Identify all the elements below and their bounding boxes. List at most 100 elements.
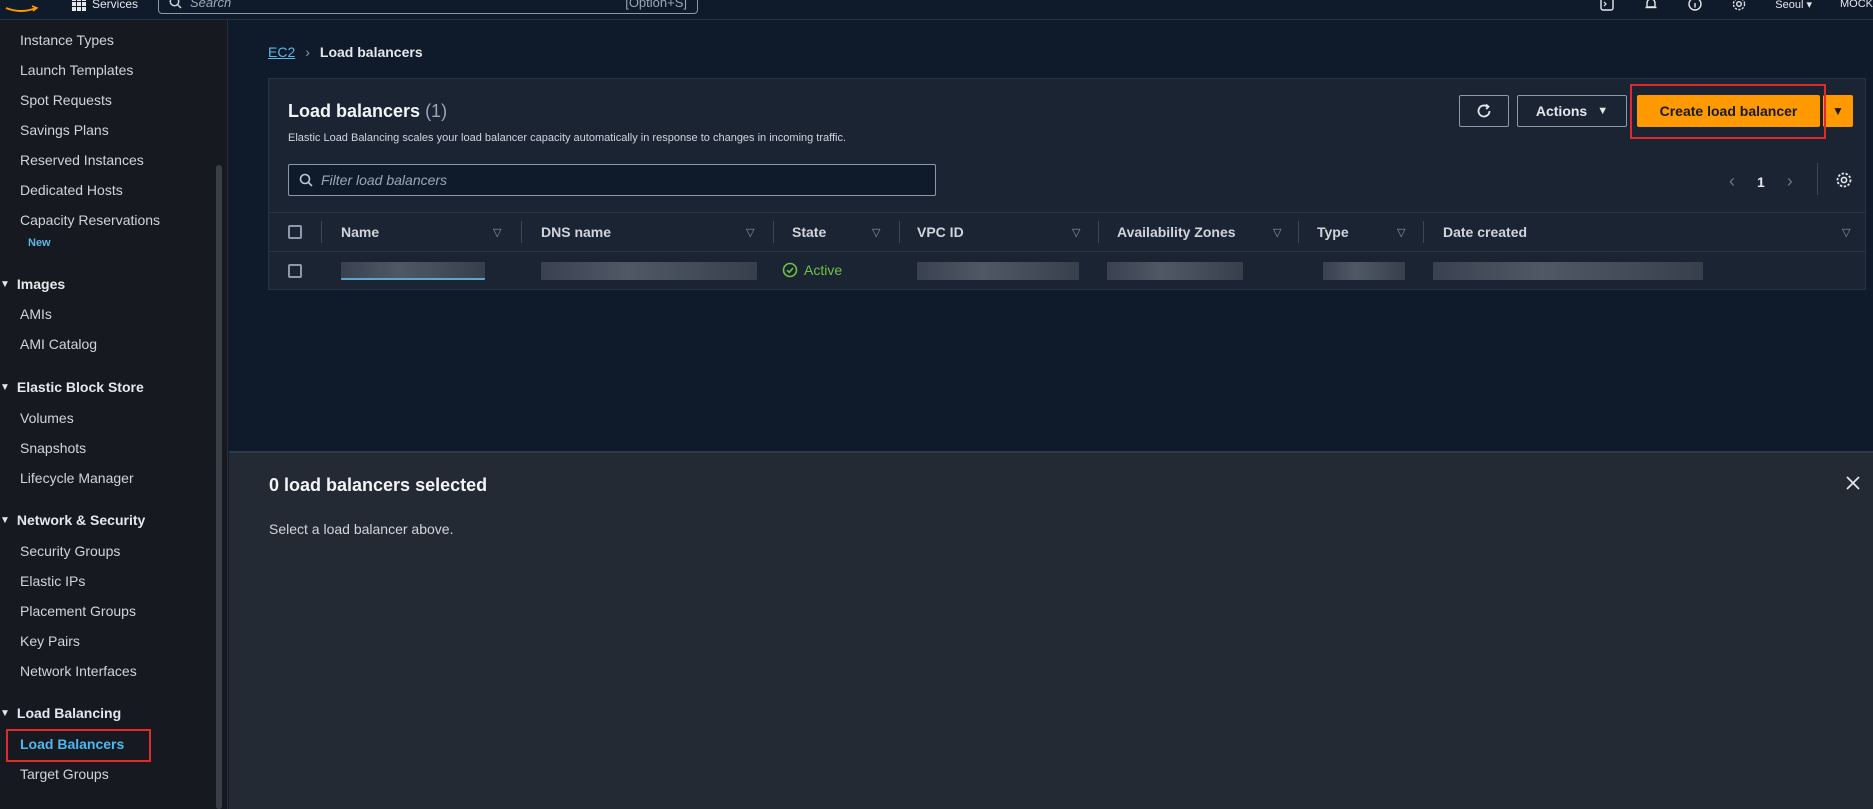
divider (1098, 221, 1099, 243)
global-search-input[interactable]: Search [Option+S] (158, 0, 698, 14)
details-message: Select a load balancer above. (269, 521, 454, 537)
services-label: Services (92, 0, 139, 11)
divider (321, 221, 322, 243)
table-row[interactable]: Active (269, 252, 1865, 290)
services-menu[interactable]: Services (72, 0, 138, 14)
sidebar-item-dedicated-hosts[interactable]: Dedicated Hosts (20, 182, 123, 198)
divider (521, 221, 522, 243)
sidebar-item-ami-catalog[interactable]: AMI Catalog (20, 336, 97, 352)
actions-label: Actions (1535, 103, 1588, 119)
search-shortcut-hint: [Option+S] (625, 0, 687, 10)
column-header-name[interactable]: Name (341, 224, 379, 240)
column-header-dns-name[interactable]: DNS name (541, 224, 611, 240)
column-header-state[interactable]: State (792, 224, 826, 240)
region-selector[interactable]: Seoul ▾ (1775, 0, 1812, 11)
status-badge: Active (782, 262, 842, 278)
close-icon[interactable] (1843, 473, 1863, 493)
check-circle-icon (782, 262, 798, 278)
redacted-name-link[interactable] (341, 262, 485, 280)
pagination: ‹ 1 › (1729, 171, 1793, 192)
sidebar-section-elastic-block-store[interactable]: ▼ Elastic Block Store (0, 379, 144, 395)
sort-icon[interactable]: ▽ (493, 226, 501, 239)
sidebar-item-key-pairs[interactable]: Key Pairs (20, 633, 80, 649)
sort-icon[interactable]: ▽ (1072, 226, 1080, 239)
chevron-right-icon[interactable]: › (1787, 171, 1793, 192)
top-nav-actions: Seoul ▾ MOCK (1599, 0, 1873, 14)
filter-placeholder: Filter load balancers (321, 172, 448, 188)
sidebar-item-instance-types[interactable]: Instance Types (20, 32, 114, 48)
column-header-type[interactable]: Type (1317, 224, 1349, 240)
section-title: Images (16, 276, 66, 292)
panel-title-text: Load balancers (288, 101, 421, 121)
sidebar-section-load-balancing[interactable]: ▼ Load Balancing (0, 705, 121, 721)
sidebar-item-reserved-instances[interactable]: Reserved Instances (20, 152, 144, 168)
sidebar-item-target-groups[interactable]: Target Groups (20, 766, 109, 782)
breadcrumb-current: Load balancers (319, 44, 423, 60)
redacted-availability-zones (1107, 262, 1243, 280)
main-content: EC2 › Load balancers Load balancers (1) … (229, 20, 1873, 451)
sidebar-item-lifecycle-manager[interactable]: Lifecycle Manager (20, 470, 134, 486)
caret-down-icon: ▼ (0, 514, 10, 526)
sidebar-item-elastic-ips[interactable]: Elastic IPs (20, 573, 85, 589)
load-balancers-panel: Load balancers (1) Elastic Load Balancin… (268, 78, 1866, 290)
create-options-dropdown-button[interactable]: ▼ (1823, 95, 1853, 127)
aws-logo-icon[interactable] (2, 0, 40, 14)
sidebar-item-capacity-reservations[interactable]: Capacity Reservations (20, 212, 160, 228)
column-header-availability-zones[interactable]: Availability Zones (1117, 224, 1236, 240)
caret-down-icon: ▼ (0, 707, 10, 719)
column-header-date-created[interactable]: Date created (1443, 224, 1527, 240)
sort-icon[interactable]: ▽ (1273, 226, 1281, 239)
sidebar-scrollbar[interactable] (216, 165, 222, 809)
sidebar-section-network-security[interactable]: ▼ Network & Security (0, 512, 145, 528)
sidebar-item-savings-plans[interactable]: Savings Plans (20, 122, 109, 138)
actions-dropdown-button[interactable]: Actions ▼ (1517, 95, 1627, 127)
sort-icon[interactable]: ▽ (1842, 226, 1850, 239)
table-settings-button[interactable] (1835, 171, 1853, 194)
details-split-panel: 0 load balancers selected Select a load … (229, 453, 1873, 809)
column-header-vpc-id[interactable]: VPC ID (917, 224, 964, 240)
breadcrumb-ec2-link[interactable]: EC2 (268, 44, 295, 60)
highlight-box (6, 729, 151, 762)
account-menu[interactable]: MOCK (1840, 0, 1873, 10)
bell-icon[interactable] (1643, 0, 1659, 12)
sidebar-item-volumes[interactable]: Volumes (20, 410, 74, 426)
section-title: Network & Security (16, 512, 146, 528)
sidebar-item-placement-groups[interactable]: Placement Groups (20, 603, 136, 619)
sidebar-item-security-groups[interactable]: Security Groups (20, 543, 120, 559)
sidebar-section-images[interactable]: ▼ Images (0, 276, 65, 292)
refresh-icon (1477, 103, 1491, 118)
section-title: Load Balancing (16, 705, 122, 721)
section-title: Elastic Block Store (16, 379, 144, 395)
sidebar-item-amis[interactable]: AMIs (20, 306, 52, 322)
breadcrumb: EC2 › Load balancers (268, 44, 423, 60)
chevron-right-icon: › (305, 44, 310, 60)
row-checkbox[interactable] (288, 264, 302, 278)
redacted-type (1323, 262, 1405, 280)
redacted-dns-name (541, 262, 757, 280)
gear-icon[interactable] (1731, 0, 1747, 12)
sidebar-item-spot-requests[interactable]: Spot Requests (20, 92, 112, 108)
refresh-button[interactable] (1459, 95, 1509, 127)
sidebar-item-snapshots[interactable]: Snapshots (20, 440, 86, 456)
new-badge: New (28, 237, 51, 249)
divider (1817, 163, 1818, 195)
sort-icon[interactable]: ▽ (872, 226, 880, 239)
table-header: Name ▽ DNS name ▽ State ▽ VPC ID ▽ Avail… (269, 212, 1865, 252)
highlight-box (1630, 84, 1826, 139)
help-icon[interactable] (1687, 0, 1703, 12)
redacted-date-created (1433, 262, 1703, 280)
cloudshell-icon[interactable] (1599, 0, 1615, 12)
caret-down-icon: ▼ (1832, 104, 1844, 118)
select-all-checkbox[interactable] (288, 225, 302, 239)
sidebar-item-launch-templates[interactable]: Launch Templates (20, 62, 133, 78)
filter-input[interactable]: Filter load balancers (288, 164, 936, 196)
chevron-left-icon[interactable]: ‹ (1729, 171, 1735, 192)
sidebar: Instance Types Launch Templates Spot Req… (0, 20, 228, 809)
details-title: 0 load balancers selected (269, 475, 488, 495)
sort-icon[interactable]: ▽ (746, 226, 754, 239)
sort-icon[interactable]: ▽ (1397, 226, 1405, 239)
grid-icon (72, 0, 86, 11)
page-number[interactable]: 1 (1757, 174, 1765, 190)
sidebar-item-network-interfaces[interactable]: Network Interfaces (20, 663, 137, 679)
top-navigation-bar: Services Search [Option+S] Seoul ▾ MOCK (0, 0, 1873, 20)
